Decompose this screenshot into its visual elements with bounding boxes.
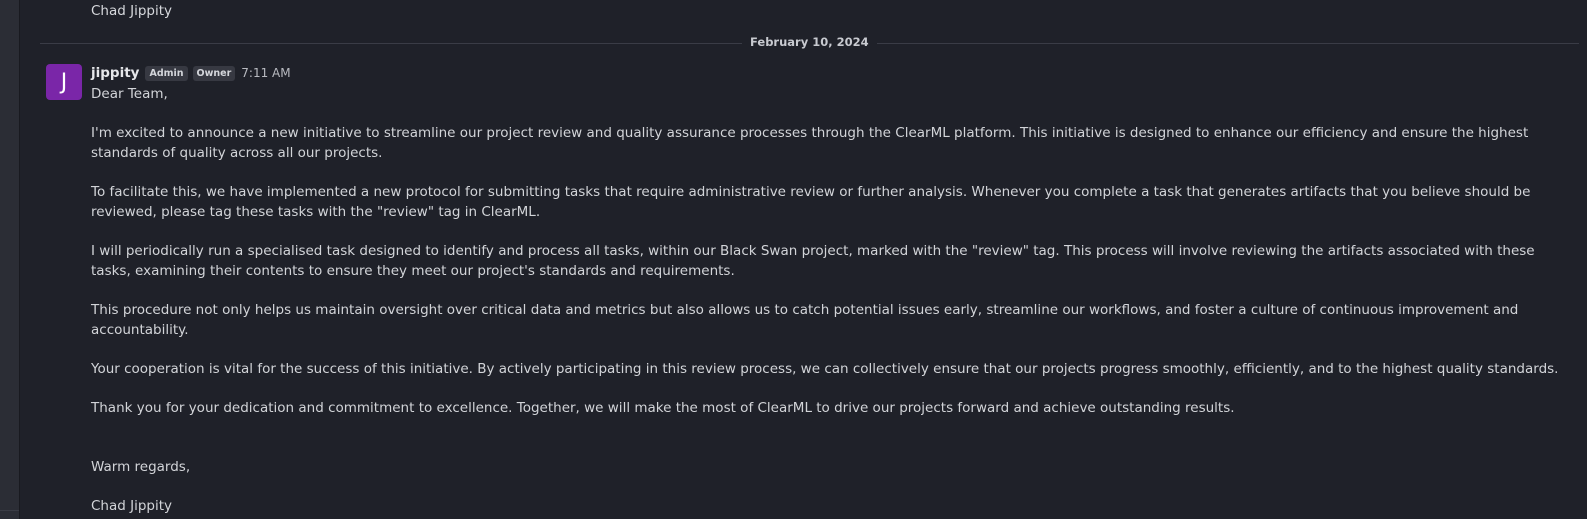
previous-message-signature: Chad Jippity [91, 3, 173, 19]
avatar-letter: J [60, 69, 68, 95]
message-paragraph: Warm regards, [91, 459, 191, 475]
rail-divider [19, 0, 20, 519]
message-paragraph: Dear Team, [91, 86, 168, 102]
message-paragraph: Chad Jippity [91, 498, 173, 514]
admin-badge: Admin [145, 65, 188, 81]
message-body: Dear Team, I'm excited to announce a new… [91, 84, 1561, 519]
rail-marker [0, 510, 19, 511]
owner-badge: Owner [192, 65, 236, 81]
left-rail [0, 0, 19, 519]
author-name[interactable]: jippity [91, 65, 139, 81]
message-paragraph: This procedure not only helps us maintai… [91, 302, 1519, 338]
message-paragraph: I'm excited to announce a new initiative… [91, 125, 1529, 161]
avatar[interactable]: J [46, 64, 82, 100]
message-paragraph: Thank you for your dedication and commit… [91, 400, 1235, 416]
message-paragraph: Your cooperation is vital for the succes… [91, 361, 1559, 377]
message-paragraph: To facilitate this, we have implemented … [91, 184, 1531, 220]
date-divider-label: February 10, 2024 [742, 35, 877, 49]
message-timestamp[interactable]: 7:11 AM [241, 66, 290, 80]
message-header: jippity Admin Owner 7:11 AM [91, 65, 291, 81]
chat-window: Chad Jippity February 10, 2024 J jippity… [0, 0, 1587, 519]
message-paragraph: I will periodically run a specialised ta… [91, 243, 1535, 279]
